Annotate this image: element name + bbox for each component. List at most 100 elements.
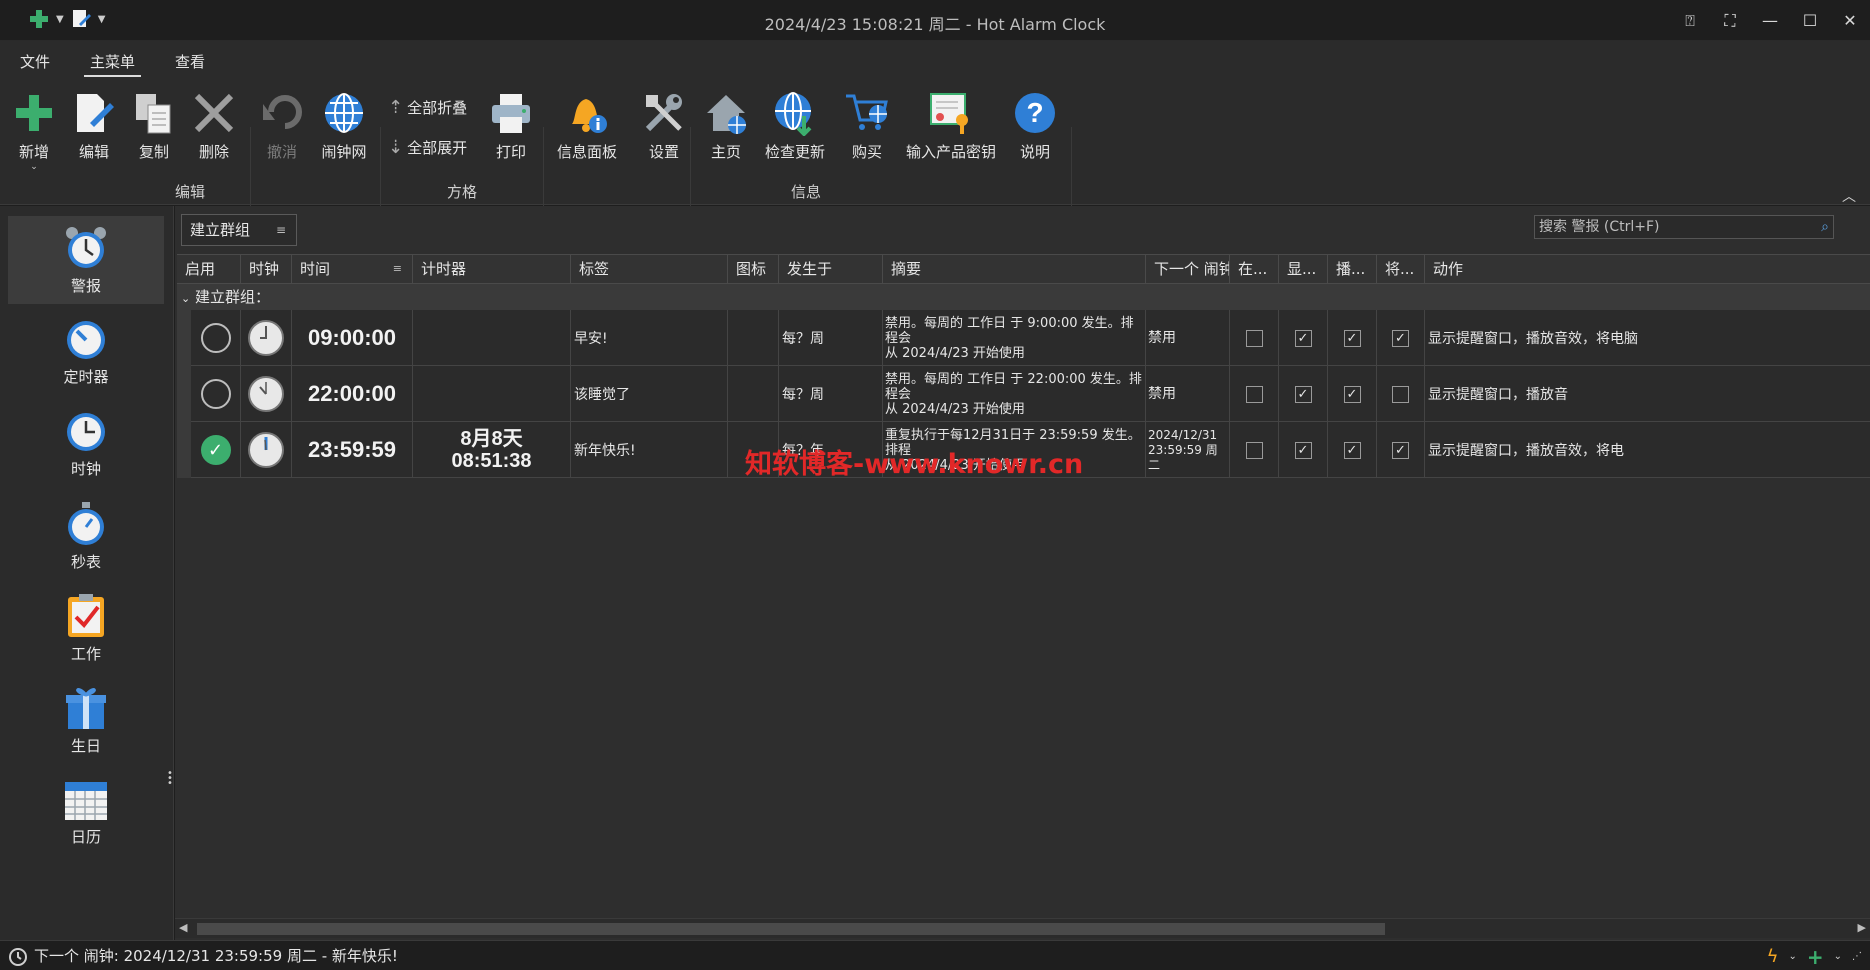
sidebar-item-stopwatch[interactable]: 秒表 <box>8 492 164 580</box>
column-header-occurs[interactable]: 发生于 <box>779 255 883 285</box>
column-header-next-alarm[interactable]: 下一个 闹钟 <box>1146 255 1230 285</box>
column-header-icon[interactable]: 图标 <box>728 255 779 285</box>
checkbox-on[interactable] <box>1245 441 1263 459</box>
chevron-down-icon[interactable]: ⌄ <box>1788 943 1796 970</box>
settings-button[interactable]: 设置 <box>640 89 688 162</box>
column-header-will[interactable]: 将... <box>1377 255 1425 285</box>
table-row[interactable]: 22:00:00 该睡觉了 每？周 禁用。每周的 工作日 于 22:00:00 … <box>177 366 1870 422</box>
summary-cell: 禁用。每周的 工作日 于 9:00:00 发生。排程会从 2024/4/23 开… <box>883 310 1146 366</box>
column-header-enabled[interactable]: 启用 <box>177 255 241 285</box>
sort-icon: ≡ <box>275 223 286 237</box>
alarm-label: 早安! <box>574 331 608 347</box>
checkbox-on[interactable] <box>1245 329 1263 347</box>
delete-button[interactable]: 删除 <box>190 89 238 162</box>
printer-icon <box>487 89 535 137</box>
home-icon <box>702 89 750 137</box>
sidebar-label: 日历 <box>70 827 101 846</box>
column-header-clock[interactable]: 时钟 <box>241 255 292 285</box>
collapse-all-button[interactable]: ⇡ 全部折叠 <box>388 97 467 118</box>
group-row[interactable]: ⌄ 建立群组： <box>177 284 1870 310</box>
check-update-label: 检查更新 <box>765 143 826 161</box>
alarm-list-panel: 建立群组 ≡ 搜索 警报 (Ctrl+F) ⌕ 启用 时钟 时间 ≡ 计时器 标签… <box>175 206 1870 940</box>
expand-all-button[interactable]: ⇣ 全部展开 <box>388 137 467 158</box>
checkbox-play[interactable]: ✓ <box>1343 385 1361 403</box>
column-header-time-label: 时间 <box>300 260 331 278</box>
tab-view[interactable]: 查看 <box>155 51 225 79</box>
next-alarm-line-1: 禁用 <box>1148 329 1176 346</box>
checkbox-show[interactable]: ✓ <box>1294 329 1312 347</box>
table-row[interactable]: 09:00:00 早安! 每？周 禁用。每周的 工作日 于 9:00:00 发生… <box>177 310 1870 366</box>
chevron-down-icon[interactable]: ⌄ <box>181 292 190 305</box>
search-input[interactable]: 搜索 警报 (Ctrl+F) ⌕ <box>1534 215 1834 239</box>
clock-cell <box>241 422 292 478</box>
close-button[interactable]: ✕ <box>1830 0 1870 41</box>
edit-button[interactable]: 编辑 <box>70 89 118 162</box>
scroll-left-icon[interactable]: ◀ <box>179 921 187 934</box>
sidebar-item-birthday[interactable]: 生日 <box>8 676 164 764</box>
chevron-down-icon[interactable]: ⌄ <box>1834 943 1842 970</box>
checkbox-will[interactable]: ✓ <box>1392 441 1409 459</box>
home-button[interactable]: 主页 <box>702 89 750 162</box>
splitter-handle[interactable]: • • • <box>167 769 173 789</box>
checkbox-play[interactable]: ✓ <box>1343 329 1361 347</box>
alarm-clock-icon <box>66 226 106 268</box>
group-label-info: 信息 <box>791 183 822 201</box>
column-header-show[interactable]: 显... <box>1279 255 1328 285</box>
scroll-right-icon[interactable]: ▶ <box>1858 921 1866 934</box>
checkbox-on[interactable] <box>1245 385 1263 403</box>
checkbox-show[interactable]: ✓ <box>1294 385 1312 403</box>
column-header-timer[interactable]: 计时器 <box>413 255 571 285</box>
scrollbar-thumb[interactable] <box>197 923 1385 935</box>
enabled-toggle[interactable] <box>200 323 231 353</box>
sidebar-item-tasks[interactable]: 工作 <box>8 584 164 672</box>
alarm-label: 该睡觉了 <box>574 387 630 403</box>
copy-button[interactable]: 复制 <box>130 89 178 162</box>
alarm-web-button[interactable]: 闹钟网 <box>320 89 368 162</box>
help-window-button[interactable]: ⍰ <box>1670 0 1710 41</box>
sidebar-item-clock[interactable]: 时钟 <box>8 400 164 488</box>
add-icon[interactable]: + <box>1807 943 1824 970</box>
maximize-button[interactable]: ☐ <box>1790 0 1830 41</box>
column-header-play[interactable]: 播... <box>1328 255 1377 285</box>
summary-line-2: 从 2024/4/23 开始使用 <box>885 345 1025 361</box>
ribbon: 文件 主菜单 查看 新增 ⌄ 编辑 复制 删除 撤消 闹钟网 编辑 ⇡ 全部折叠… <box>0 41 1870 237</box>
enabled-toggle[interactable] <box>200 379 231 409</box>
check-update-button[interactable]: 检查更新 <box>765 89 825 162</box>
checkbox-show[interactable]: ✓ <box>1294 441 1312 459</box>
group-by-chip[interactable]: 建立群组 ≡ <box>181 214 297 246</box>
undo-button[interactable]: 撤消 <box>258 89 306 162</box>
on-cell <box>1230 366 1279 422</box>
checkbox-play[interactable]: ✓ <box>1343 441 1361 459</box>
checkbox-will[interactable]: ✓ <box>1392 329 1409 347</box>
enter-key-button[interactable]: 输入产品密钥 <box>906 89 996 162</box>
column-header-summary[interactable]: 摘要 <box>883 255 1146 285</box>
svg-text:?: ? <box>1026 97 1043 128</box>
help-button[interactable]: ? 说明 <box>1011 89 1059 162</box>
column-header-label[interactable]: 标签 <box>571 255 728 285</box>
tab-main-menu[interactable]: 主菜单 <box>70 51 155 79</box>
horizontal-scrollbar[interactable]: ◀ ▶ <box>175 918 1870 938</box>
column-header-time[interactable]: 时间 ≡ <box>292 255 413 285</box>
sidebar-item-calendar[interactable]: 日历 <box>8 768 164 856</box>
sidebar-label: 秒表 <box>70 552 101 571</box>
column-header-action[interactable]: 动作 <box>1425 255 1870 285</box>
label-cell: 新年快乐! <box>571 422 728 478</box>
tab-file[interactable]: 文件 <box>0 51 70 79</box>
buy-button[interactable]: 购买 <box>843 89 891 162</box>
checkbox-will[interactable] <box>1392 385 1409 403</box>
lightning-icon[interactable]: ϟ <box>1767 943 1779 970</box>
collapse-ribbon-chevron-icon[interactable]: ︿ <box>1842 186 1856 206</box>
minimize-button[interactable]: — <box>1750 0 1790 41</box>
sidebar-item-alarms[interactable]: 警报 <box>8 216 164 304</box>
print-button[interactable]: 打印 <box>487 89 535 162</box>
task-icon <box>68 593 104 637</box>
resize-grip-icon[interactable]: ⋰ <box>1852 943 1862 970</box>
info-panel-button[interactable]: 信息面板 <box>557 89 617 162</box>
enabled-toggle-check-icon[interactable]: ✓ <box>200 435 231 465</box>
new-button[interactable]: 新增 ⌄ <box>10 89 58 172</box>
sidebar-item-timer[interactable]: 定时器 <box>8 308 164 396</box>
fullscreen-button[interactable]: ⛶ <box>1710 0 1750 41</box>
sort-icon: ≡ <box>392 262 402 275</box>
column-header-on[interactable]: 在... <box>1230 255 1279 285</box>
occurs-cell: 每？周 <box>779 310 883 366</box>
